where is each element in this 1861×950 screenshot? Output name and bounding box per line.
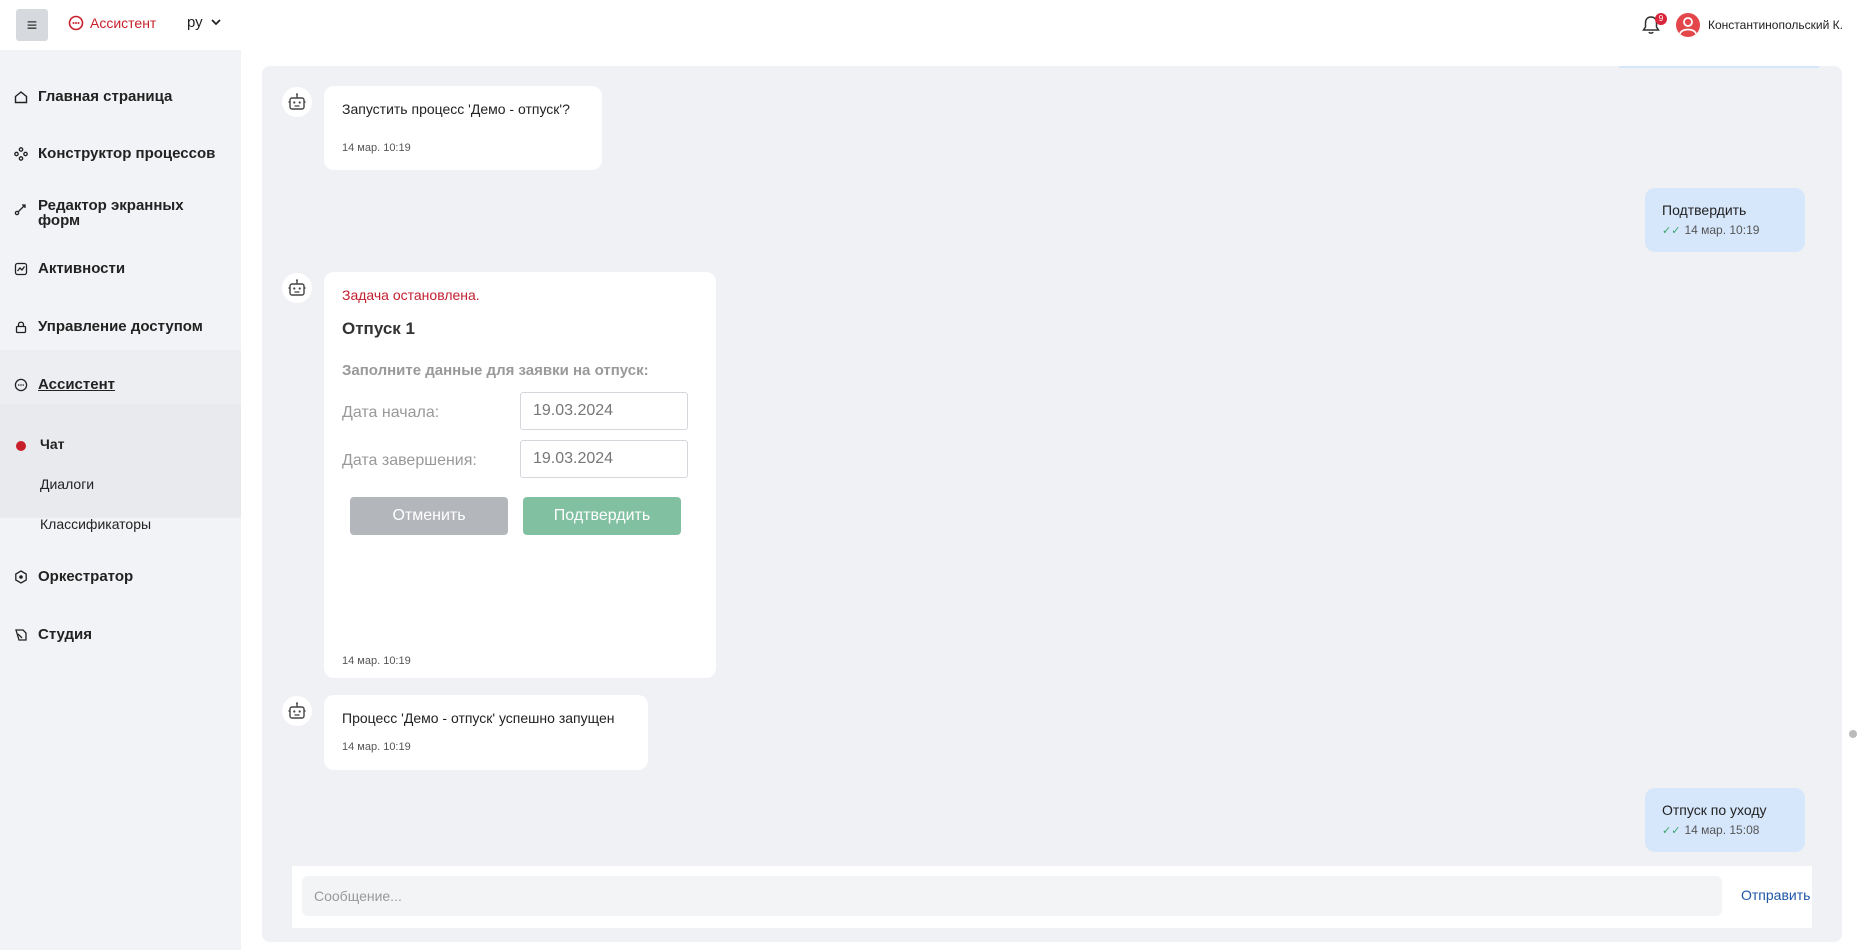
robot-icon (288, 279, 306, 296)
message-text: Подтвердить (1662, 202, 1747, 218)
sidebar-item-assistant[interactable]: Ассистент (14, 376, 115, 393)
sidebar-item-label: Студия (38, 626, 93, 643)
page-edge (1842, 858, 1861, 950)
confirm-button[interactable]: Подтвердить (523, 497, 681, 535)
message-time: 14 мар. 10:19 (342, 142, 411, 154)
studio-icon (15, 628, 27, 641)
hamburger-icon: ≡ (26, 14, 38, 35)
double-check-icon: ✓✓ (1662, 224, 1681, 237)
chevron-down-icon (211, 19, 221, 26)
message-meta: ✓✓ 14 мар. 10:19 (1662, 223, 1759, 237)
message-input[interactable] (302, 876, 1722, 916)
message-meta: ✓✓ 14 мар. 15:08 (1662, 823, 1759, 837)
user-message: Подтвердить ✓✓ 14 мар. 10:19 (1645, 188, 1805, 252)
home-icon (14, 90, 28, 103)
start-date-label: Дата начала: (342, 404, 440, 421)
sidebar-item-home[interactable]: Главная страница (14, 88, 172, 105)
start-date-input[interactable]: 19.03.2024 (520, 392, 688, 430)
send-button[interactable]: Отправить (1741, 887, 1810, 903)
sidebar-item-process-builder[interactable]: Конструктор процессов (14, 145, 215, 162)
message-time: 14 мар. 10:19 (1684, 223, 1760, 237)
sidebar-item-label: Ассистент (38, 376, 115, 393)
bot-message: Запустить процесс 'Демо - отпуск'? 14 ма… (324, 86, 602, 170)
language-value: ру (187, 14, 203, 31)
form-subtitle: Заполните данные для заявки на отпуск: (342, 362, 649, 379)
chat-bubble-icon (68, 15, 84, 31)
hexagon-icon (15, 569, 27, 584)
sidebar-item-form-editor[interactable]: Редактор экранных форм (14, 198, 208, 228)
bot-avatar (282, 87, 312, 117)
bot-avatar (282, 696, 312, 726)
activity-icon (14, 262, 28, 275)
sidebar-item-label: Конструктор процессов (38, 145, 216, 162)
notification-badge: 9 (1655, 13, 1667, 25)
message-time: 14 мар. 10:19 (342, 655, 411, 667)
end-date-label: Дата завершения: (342, 452, 477, 469)
robot-icon (288, 93, 306, 110)
chat-icon (14, 378, 28, 391)
chat-panel: Запустить процесс 'Демо - отпуск'? 14 ма… (262, 66, 1842, 942)
double-check-icon: ✓✓ (1662, 824, 1681, 837)
end-date-input[interactable]: 19.03.2024 (520, 440, 688, 478)
brand-assistant[interactable]: Ассистент (68, 15, 156, 31)
menu-toggle-button[interactable]: ≡ (16, 9, 48, 41)
active-dot (16, 441, 26, 451)
robot-icon (288, 702, 306, 719)
app-header: ≡ Ассистент ру 9 Константинопольский К. (0, 0, 1861, 50)
message-text: Процесс 'Демо - отпуск' успешно запущен (342, 710, 615, 726)
sidebar-item-label: Главная страница (38, 88, 173, 105)
bot-message: Процесс 'Демо - отпуск' успешно запущен … (324, 695, 648, 770)
brand-label: Ассистент (90, 15, 157, 31)
avatar[interactable] (1676, 13, 1700, 37)
user-message: Отпуск по уходу ✓✓ 14 мар. 15:08 (1645, 788, 1805, 852)
lock-icon (15, 321, 27, 333)
sidebar: Главная страница Конструктор процессов Р… (0, 50, 241, 950)
message-text: Запустить процесс 'Демо - отпуск'? (342, 101, 570, 117)
sidebar-item-studio[interactable]: Студия (14, 626, 92, 643)
cancel-button[interactable]: Отменить (350, 497, 508, 535)
user-name[interactable]: Константинопольский К. (1708, 18, 1843, 32)
forms-icon (14, 204, 26, 216)
message-time: 14 мар. 15:08 (1684, 823, 1760, 837)
process-icon (14, 146, 28, 161)
message-time: 14 мар. 10:19 (342, 741, 411, 753)
sidebar-subitem-chat[interactable]: Чат (40, 436, 64, 452)
message-text: Отпуск по уходу (1662, 802, 1767, 818)
previous-message-edge (1619, 66, 1819, 68)
sidebar-item-orchestrator[interactable]: Оркестратор (14, 568, 133, 585)
card-title: Отпуск 1 (342, 319, 415, 338)
task-status: Задача остановлена. (342, 287, 480, 303)
sidebar-item-access-control[interactable]: Управление доступом (14, 318, 203, 335)
message-composer: Отправить (292, 866, 1812, 928)
sidebar-subitem-dialogs[interactable]: Диалоги (40, 476, 94, 492)
sidebar-item-activities[interactable]: Активности (14, 260, 125, 277)
bot-form-card: Задача остановлена. Отпуск 1 Заполните д… (324, 272, 716, 678)
language-select[interactable]: ру (187, 14, 221, 31)
sidebar-item-label: Управление доступом (38, 318, 203, 335)
sidebar-item-label: Оркестратор (38, 568, 134, 585)
bot-avatar (282, 273, 312, 303)
sidebar-item-label: Активности (38, 260, 126, 277)
scrollbar-thumb[interactable] (1849, 730, 1857, 738)
user-icon (1679, 17, 1697, 35)
sidebar-subitem-classifiers[interactable]: Классификаторы (40, 516, 151, 532)
sidebar-item-label: Редактор экранных форм (38, 197, 184, 229)
